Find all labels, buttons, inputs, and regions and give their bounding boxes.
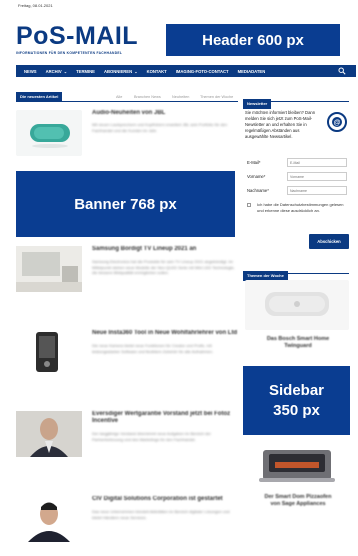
main-navigation: NEWS ARCHIV ⌄ TERMINE ABONNIEREN ⌄ KONTA…: [16, 65, 356, 77]
themen-title[interactable]: Der Smart Dom Pizzaofen von Sage Applian…: [260, 494, 336, 508]
nav-label: NEWS: [24, 68, 37, 74]
sidebar-ad-label-1: Sidebar: [268, 381, 325, 399]
themen-image[interactable]: [245, 440, 349, 488]
tab-branchen-news[interactable]: Branchen News: [134, 93, 161, 101]
nav-item-abonnieren[interactable]: ABONNIEREN ⌄: [104, 69, 138, 74]
article-excerpt: Mit neuen Lautsprechern und Kopfhörern e…: [92, 122, 228, 133]
banner-ad-label: Banner 768 px: [74, 195, 177, 213]
article-item[interactable]: Eversdiger Wertgarantie Vorstand jetzt b…: [16, 411, 238, 471]
nav-label: IMAGING-FOTO-CONTACT: [175, 68, 229, 74]
themen-heading: Themen der Woche: [243, 264, 349, 281]
article-thumbnail[interactable]: [16, 496, 82, 542]
top-bar: Freitag, 08.01.2021: [0, 0, 358, 14]
newsletter-heading-label: Newsletter: [243, 99, 272, 109]
article-thumbnail[interactable]: [16, 330, 82, 376]
chevron-down-icon: ⌄: [62, 68, 68, 74]
tab-newest-articles[interactable]: Die neuesten Artikel: [16, 92, 63, 102]
newsletter-intro: Sie möchten informiert bleiben? Dann mel…: [245, 110, 316, 139]
article-excerpt: Das neue Unternehmen bündelt Aktivitäten…: [92, 509, 230, 520]
sidebar-ad-placeholder[interactable]: Sidebar 350 px: [243, 366, 350, 435]
lastname-row: Nachname*: [247, 186, 351, 196]
article-excerpt: Der langjährige Vorstand übernimmt neue …: [92, 431, 211, 442]
article-item[interactable]: Neue Insta360 Tool in Neue Wohlfahrlehre…: [16, 330, 238, 390]
lastname-label: Nachname*: [247, 188, 269, 193]
lastname-field[interactable]: [287, 186, 347, 195]
current-date: Freitag, 08.01.2021: [18, 3, 53, 8]
article-title[interactable]: Neue Insta360 Tool in Neue Wohlfahrlehre…: [92, 330, 238, 337]
logo-tagline: INFORMATIONEN FÜR DEN KOMPETENTEN FACHHA…: [16, 51, 123, 55]
newsletter-heading: Newsletter: [243, 92, 349, 109]
article-item[interactable]: Audio-Neuheiten von JBL Mit neuen Lautsp…: [16, 110, 238, 160]
submit-button[interactable]: Abschicken: [309, 234, 349, 249]
nav-item-kontakt[interactable]: KONTAKT: [147, 69, 167, 74]
nav-label: ARCHIV: [45, 68, 62, 74]
sidebar-ad-label-2: 350 px: [273, 401, 320, 419]
tab-all[interactable]: Alle: [116, 93, 122, 101]
nav-item-news[interactable]: NEWS: [24, 69, 37, 74]
article-excerpt: Die neue Kamera bietet neue Funktionen f…: [92, 343, 214, 354]
nav-item-imaging[interactable]: IMAGING-FOTO-CONTACT: [176, 69, 229, 74]
nav-item-termine[interactable]: TERMINE: [76, 69, 95, 74]
article-title[interactable]: Audio-Neuheiten von JBL: [92, 110, 238, 117]
tab-themen-der-woche[interactable]: Themen der Woche: [200, 93, 233, 101]
article-thumbnail[interactable]: [16, 411, 82, 457]
firstname-row: Vorname*: [247, 172, 351, 182]
email-row: E-Mail*: [247, 158, 351, 168]
nav-label: MEDIADATEN: [237, 68, 266, 74]
email-field[interactable]: [287, 158, 347, 167]
article-title[interactable]: Samsung Bordigt TV Lineup 2021 an: [92, 246, 238, 253]
search-icon[interactable]: [338, 67, 346, 75]
nav-label: TERMINE: [76, 68, 95, 74]
article-tabs: Die neuesten Artikel Alle Branchen News …: [16, 92, 238, 102]
article-thumbnail[interactable]: [16, 246, 82, 292]
header-ad-label: Header 600 px: [202, 31, 304, 49]
article-excerpt: Samsung Electronics hat die Produkte für…: [92, 259, 235, 275]
mail-icon: @: [327, 112, 347, 132]
article-title[interactable]: Eversdiger Wertgarantie Vorstand jetzt b…: [92, 411, 238, 425]
article-item[interactable]: CIV Digital Solutions Corporation ist ge…: [16, 496, 238, 556]
article-item[interactable]: Samsung Bordigt TV Lineup 2021 an Samsun…: [16, 246, 238, 316]
themen-image[interactable]: [245, 280, 349, 330]
themen-title[interactable]: Das Bosch Smart Home Twinguard: [262, 336, 334, 350]
nav-item-mediadaten[interactable]: MEDIADATEN: [238, 69, 266, 74]
logo-wordmark: PoS-MAIL: [16, 22, 139, 50]
header-ad-placeholder[interactable]: Header 600 px: [166, 24, 340, 56]
email-label: E-Mail*: [247, 160, 261, 165]
article-thumbnail[interactable]: [16, 110, 82, 156]
site-logo[interactable]: PoS-MAIL INFORMATIONEN FÜR DEN KOMPETENT…: [16, 24, 140, 62]
banner-ad-placeholder[interactable]: Banner 768 px: [16, 171, 235, 237]
consent-text: Ich habe die Datenschutzbestimmungen gel…: [257, 202, 344, 213]
svg-text:@: @: [334, 120, 341, 127]
nav-label: KONTAKT: [146, 68, 167, 74]
nav-label: ABONNIEREN: [103, 68, 133, 74]
article-title[interactable]: CIV Digital Solutions Corporation ist ge…: [92, 496, 238, 503]
chevron-down-icon: ⌄: [133, 68, 138, 74]
consent-checkbox[interactable]: [247, 203, 251, 207]
nav-item-archiv[interactable]: ARCHIV ⌄: [46, 69, 68, 74]
firstname-label: Vorname*: [247, 174, 266, 179]
firstname-field[interactable]: [287, 172, 347, 181]
tab-neuheiten[interactable]: Neuheiten: [172, 93, 189, 101]
